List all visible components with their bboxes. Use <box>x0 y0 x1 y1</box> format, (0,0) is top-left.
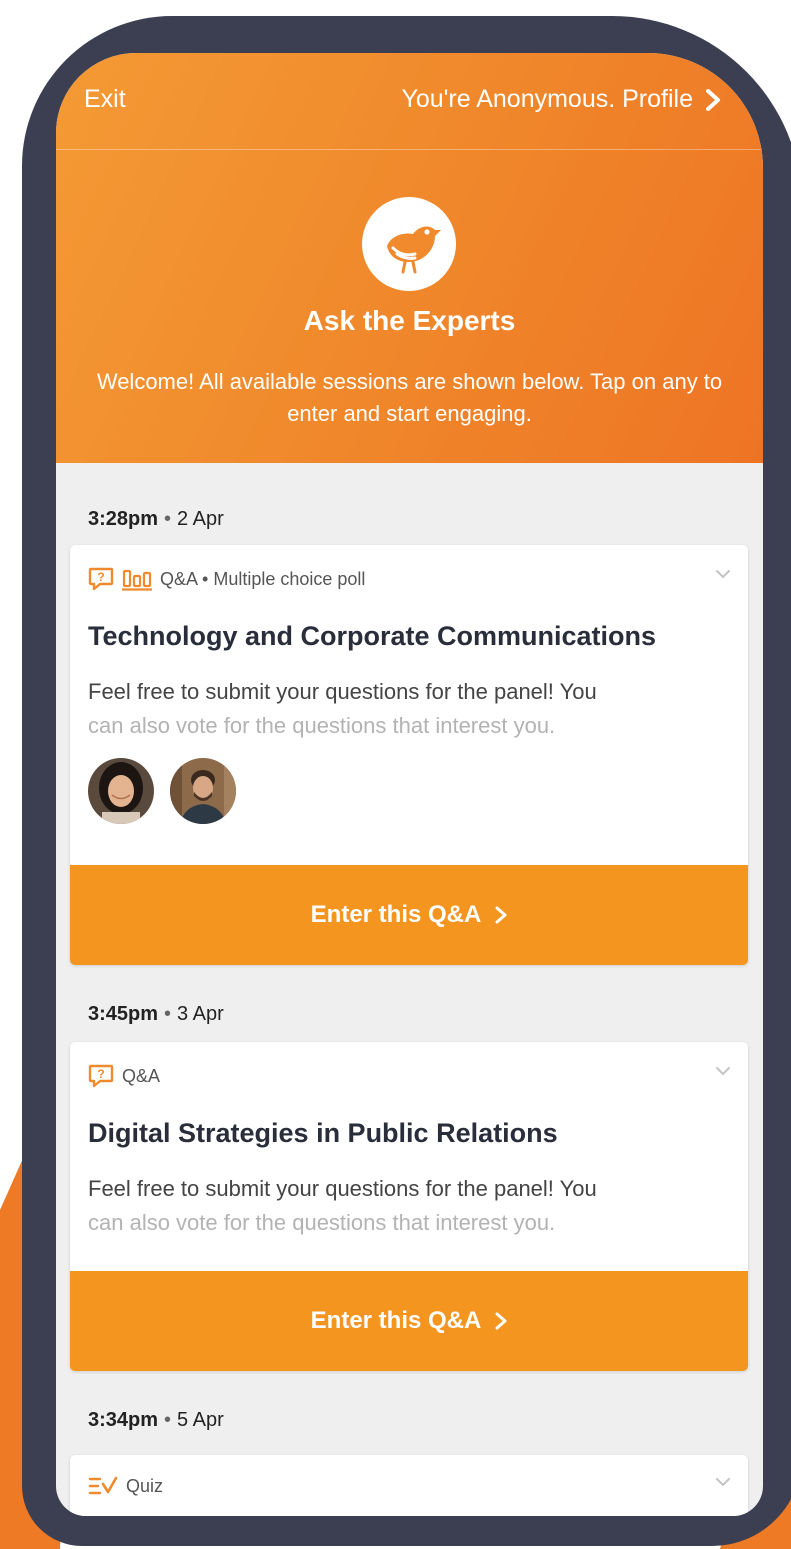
session-type-label: Quiz <box>126 1475 164 1496</box>
session-type: Quiz <box>88 1475 163 1497</box>
top-bar: Exit You're Anonymous. Profile <box>56 53 763 150</box>
session-card[interactable]: ? Q&A • Multiple choice poll Technology … <box>70 545 748 965</box>
enter-session-button[interactable]: Enter this Q&A <box>70 865 748 965</box>
session-type: ? Q&A <box>88 1064 160 1088</box>
session-type-label: Q&A • Multiple choice poll <box>160 568 366 589</box>
session-type-label: Q&A <box>122 1065 161 1086</box>
session-datetime: 3:34pm • 5 Apr <box>88 1409 224 1432</box>
svg-text:?: ? <box>97 570 104 584</box>
session-datetime: 3:28pm • 2 Apr <box>88 508 224 531</box>
qa-bubble-icon: ? <box>88 1064 114 1088</box>
session-card[interactable]: Quiz <box>70 1455 748 1516</box>
session-time: 3:45pm <box>88 1003 159 1025</box>
enter-button-label: Enter this Q&A <box>310 1307 482 1334</box>
description-line: Feel free to submit your questions for t… <box>88 679 597 704</box>
session-time: 3:34pm <box>88 1409 159 1431</box>
enter-button-label: Enter this Q&A <box>310 901 482 928</box>
speaker-avatar-man <box>170 758 236 824</box>
session-time: 3:28pm <box>88 508 159 530</box>
session-description: Feel free to submit your questions for t… <box>88 675 718 743</box>
speaker-avatars <box>88 758 236 824</box>
separator-dot: • <box>164 1003 172 1025</box>
bird-icon <box>387 226 441 274</box>
session-description: Feel free to submit your questions for t… <box>88 1172 718 1240</box>
session-type: ? Q&A • Multiple choice poll <box>88 567 365 591</box>
welcome-text: Welcome! All available sessions are show… <box>96 369 723 426</box>
app-screen: Exit You're Anonymous. Profile Ask the E… <box>56 53 763 1516</box>
session-datetime: 3:45pm • 3 Apr <box>88 1003 224 1026</box>
separator-dot: • <box>164 1409 172 1431</box>
event-header: Exit You're Anonymous. Profile Ask the E… <box>56 53 763 463</box>
chevron-right-icon <box>495 906 507 924</box>
profile-label: You're Anonymous. Profile <box>401 85 693 113</box>
session-title: Digital Strategies in Public Relations <box>88 1118 558 1148</box>
chevron-down-icon[interactable] <box>716 1066 730 1076</box>
description-faded-line: can also vote for the questions that int… <box>88 1210 556 1235</box>
profile-link[interactable]: You're Anonymous. Profile <box>401 85 721 114</box>
qa-bubble-icon: ? <box>88 567 114 591</box>
description-line: Feel free to submit your questions for t… <box>88 1176 597 1201</box>
description-faded-line: can also vote for the questions that int… <box>88 713 556 738</box>
chevron-down-icon[interactable] <box>716 1477 730 1487</box>
poll-bars-icon <box>122 567 152 591</box>
session-card[interactable]: ? Q&A Digital Strategies in Public Relat… <box>70 1042 748 1371</box>
enter-session-button[interactable]: Enter this Q&A <box>70 1271 748 1371</box>
exit-button[interactable]: Exit <box>84 85 126 114</box>
session-title: Technology and Corporate Communications <box>88 621 657 651</box>
separator-dot: • <box>164 508 172 530</box>
chevron-right-icon <box>706 88 720 111</box>
session-date: 5 Apr <box>177 1409 224 1431</box>
quiz-icon <box>88 1475 118 1497</box>
session-date: 3 Apr <box>177 1003 224 1025</box>
event-logo <box>362 197 456 291</box>
svg-text:?: ? <box>97 1067 104 1081</box>
chevron-down-icon[interactable] <box>716 569 730 579</box>
event-title: Ask the Experts <box>303 305 516 336</box>
speaker-avatar-woman <box>88 758 154 824</box>
chevron-right-icon <box>495 1312 507 1330</box>
session-date: 2 Apr <box>177 508 224 530</box>
